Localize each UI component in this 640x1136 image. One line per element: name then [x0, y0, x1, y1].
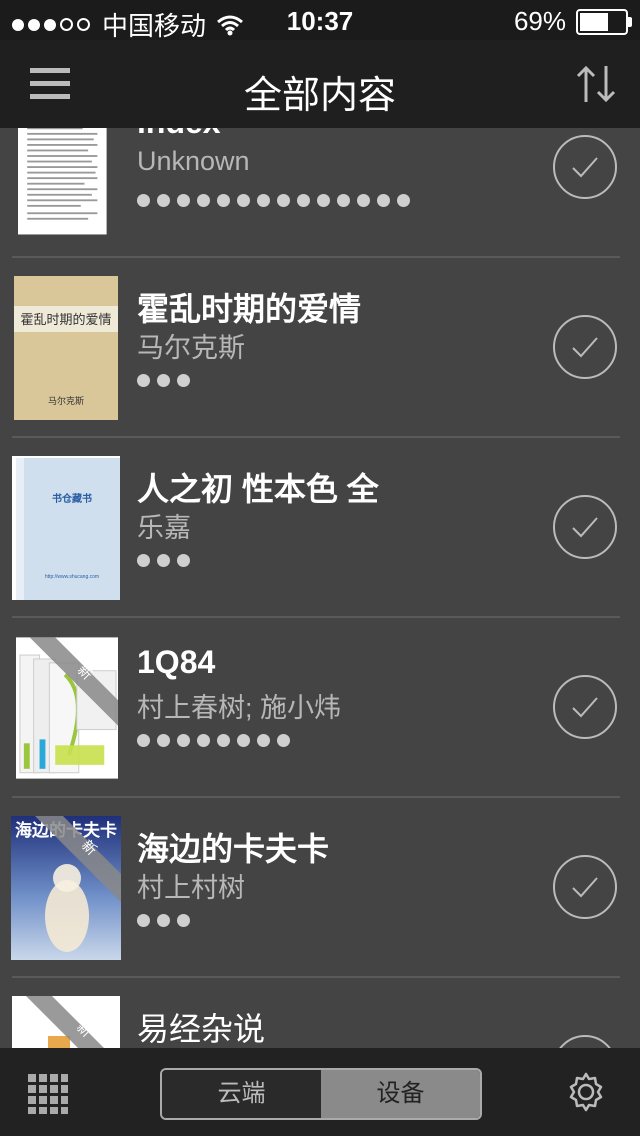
progress-dot [157, 194, 170, 207]
check-icon[interactable] [552, 674, 618, 740]
book-title: 海边的卡夫卡 [137, 831, 330, 867]
progress-dot [197, 194, 210, 207]
list-item[interactable]: 书仓藏书 http://www.shucang.com 人之初 性本色 全 乐嘉 [0, 438, 640, 618]
book-cover: 新 [16, 637, 118, 779]
book-author: 乐嘉 [137, 513, 191, 543]
progress-dot [277, 734, 290, 747]
progress-dot [257, 734, 270, 747]
list-item[interactable]: index Unknown [0, 128, 640, 258]
tab-device[interactable]: 设备 [321, 1070, 480, 1118]
source-segmented-control: 云端 设备 [160, 1068, 482, 1120]
progress-dot [337, 194, 350, 207]
check-icon[interactable] [552, 314, 618, 380]
grid-view-icon[interactable] [28, 1074, 68, 1114]
book-title: index [137, 128, 221, 141]
check-icon[interactable] [552, 1034, 618, 1048]
list-item[interactable]: 新 1Q84 村上春树; 施小炜 [0, 618, 640, 798]
progress-dots [137, 374, 197, 387]
list-item[interactable]: 新 易经杂说 [0, 978, 640, 1048]
book-cover: 海边的卡夫卡 新 [11, 816, 121, 960]
progress-dot [137, 734, 150, 747]
book-title: 人之初 性本色 全 [137, 471, 379, 507]
gear-icon[interactable] [564, 1070, 608, 1114]
book-author: 村上春树; 施小炜 [137, 693, 342, 723]
book-title: 霍乱时期的爱情 [137, 291, 362, 327]
tab-bar: 云端 设备 [0, 1048, 640, 1136]
progress-dot [397, 194, 410, 207]
progress-dot [317, 194, 330, 207]
progress-dot [137, 914, 150, 927]
progress-dots [137, 554, 197, 567]
battery-percent: 69% [513, 6, 566, 36]
page-title: 全部内容 [243, 75, 396, 117]
progress-dot [157, 734, 170, 747]
book-list[interactable]: index Unknown 霍乱时期的爱情 马尔克斯 霍乱时期的爱情 马尔克斯 … [0, 128, 640, 1048]
check-icon[interactable] [552, 494, 618, 560]
progress-dot [177, 554, 190, 567]
list-item[interactable]: 霍乱时期的爱情 马尔克斯 霍乱时期的爱情 马尔克斯 [0, 258, 640, 438]
battery-icon [576, 8, 632, 35]
status-right: 69% [513, 6, 632, 37]
progress-dot [237, 194, 250, 207]
sort-icon[interactable] [574, 62, 618, 106]
progress-dot [377, 194, 390, 207]
cover-title: 霍乱时期的爱情 [20, 312, 111, 328]
progress-dot [217, 734, 230, 747]
status-bar: 中国移动 10:37 69% [0, 0, 640, 41]
progress-dot [137, 374, 150, 387]
progress-dot [157, 554, 170, 567]
progress-dot [177, 194, 190, 207]
progress-dot [177, 374, 190, 387]
progress-dots [137, 734, 297, 747]
nav-bar: 全部内容 [0, 40, 640, 128]
list-item[interactable]: 海边的卡夫卡 新 海边的卡夫卡 村上村树 [0, 798, 640, 978]
progress-dots [137, 914, 197, 927]
book-author: Unknown [137, 146, 250, 176]
cover-url: http://www.shucang.com [45, 574, 99, 580]
book-cover: 书仓藏书 http://www.shucang.com [12, 456, 120, 600]
progress-dot [357, 194, 370, 207]
tab-cloud[interactable]: 云端 [162, 1070, 321, 1118]
book-title: 1Q84 [137, 644, 216, 680]
progress-dot [157, 374, 170, 387]
progress-dot [157, 914, 170, 927]
progress-dot [137, 194, 150, 207]
progress-dot [257, 194, 270, 207]
progress-dot [177, 914, 190, 927]
check-icon[interactable] [552, 854, 618, 920]
book-title: 易经杂说 [137, 1011, 266, 1047]
book-cover: 新 [12, 996, 120, 1048]
book-cover: 霍乱时期的爱情 马尔克斯 [14, 276, 118, 420]
progress-dot [297, 194, 310, 207]
progress-dot [137, 554, 150, 567]
cover-title: 书仓藏书 [52, 492, 92, 505]
cover-author: 马尔克斯 [48, 395, 84, 407]
book-author: 村上村树 [137, 873, 245, 903]
progress-dot [237, 734, 250, 747]
progress-dots [137, 194, 417, 207]
check-icon[interactable] [552, 134, 618, 200]
book-cover [18, 128, 107, 235]
progress-dot [277, 194, 290, 207]
progress-dot [197, 734, 210, 747]
progress-dot [217, 194, 230, 207]
book-author: 马尔克斯 [137, 333, 245, 363]
progress-dot [177, 734, 190, 747]
